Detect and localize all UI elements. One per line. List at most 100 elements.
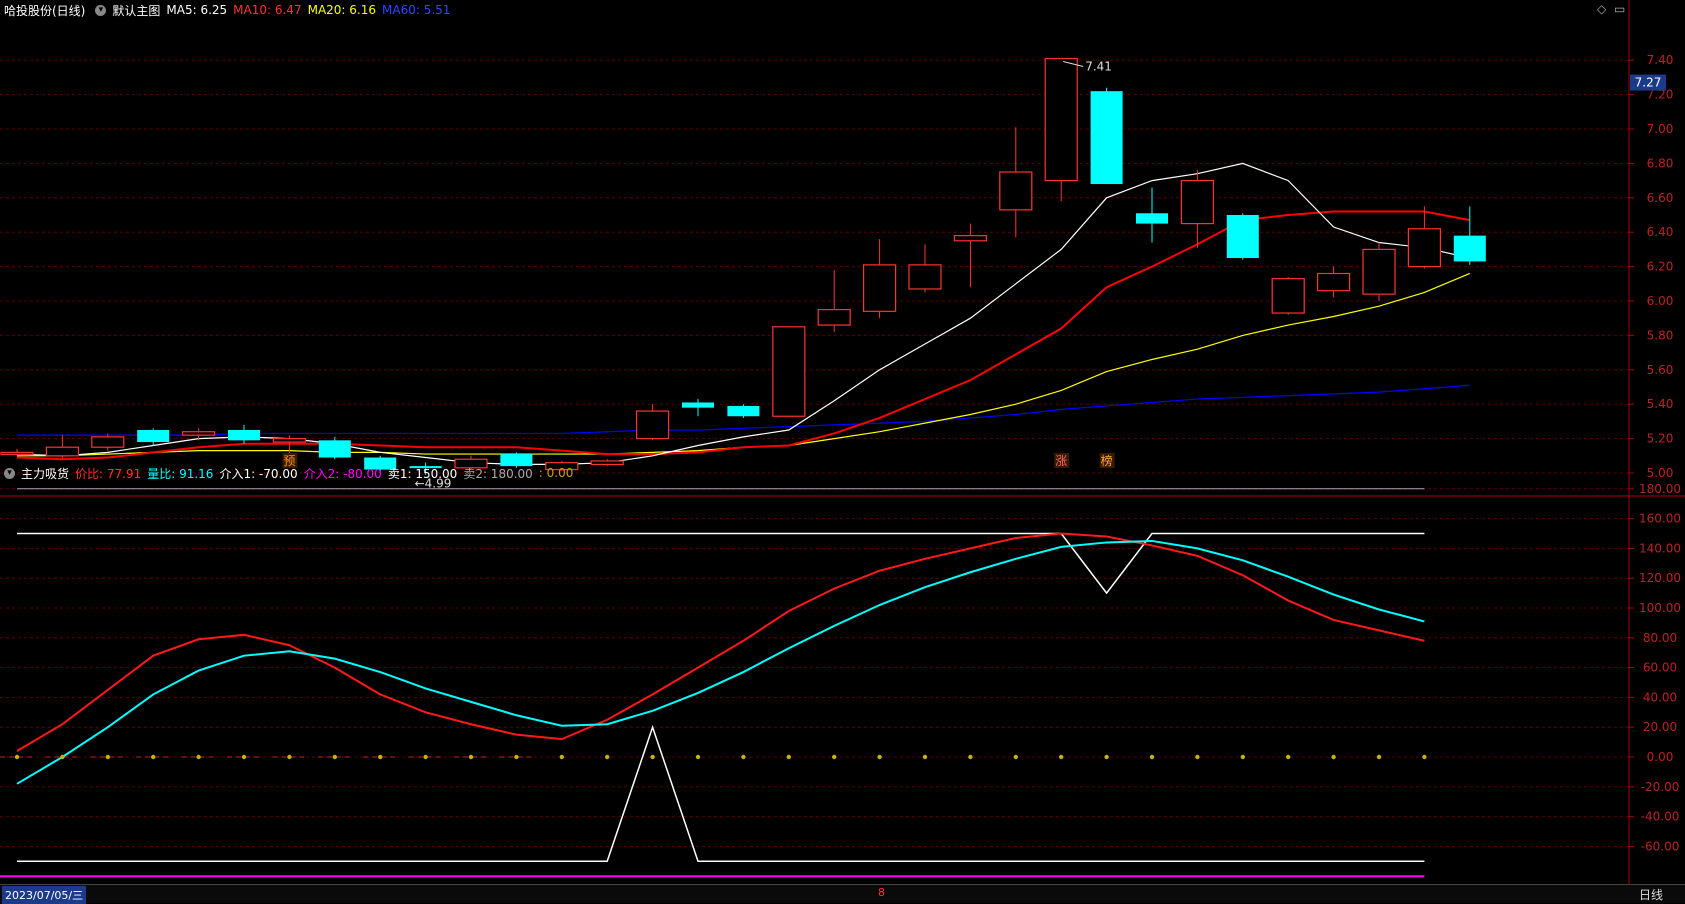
template-label[interactable]: 默认主图 bbox=[112, 2, 160, 19]
zero-dot bbox=[287, 754, 292, 760]
date-label: 2023/07/05/三 bbox=[2, 886, 87, 904]
extra-label: : 0.00 bbox=[538, 466, 574, 480]
main-chart-header: 哈投股份(日线) ▾ 默认主图 MA5: 6.25 MA10: 6.47 MA2… bbox=[0, 0, 456, 20]
candle-body bbox=[228, 430, 260, 441]
price-tick-label: 5.60 bbox=[1647, 363, 1674, 377]
zero-dot bbox=[559, 754, 564, 760]
candle-body bbox=[862, 264, 897, 312]
zero-dot bbox=[332, 754, 337, 760]
zero-dot bbox=[1376, 754, 1382, 760]
ma20-label: MA20: 6.16 bbox=[307, 3, 377, 17]
indicator-tick-label: 20.00 bbox=[1643, 720, 1677, 734]
template-dropdown-icon[interactable]: ▾ bbox=[95, 4, 107, 16]
indicator-dropdown-icon[interactable]: ▾ bbox=[4, 467, 15, 479]
jieru2-label: 介入2: -80.00 bbox=[303, 466, 382, 481]
indicator-tick-label: 100.00 bbox=[1639, 601, 1681, 615]
mai1-label: 卖1: 150.00 bbox=[387, 466, 458, 481]
zero-dot bbox=[151, 754, 156, 760]
candle-body bbox=[272, 438, 306, 443]
candle-body bbox=[1136, 213, 1168, 224]
restore-icon[interactable]: ▭ bbox=[1614, 2, 1625, 16]
zero-dot bbox=[1286, 754, 1291, 760]
indicator-tick-label: 120.00 bbox=[1639, 571, 1681, 585]
jiabi-line bbox=[16, 532, 1425, 752]
candle-body bbox=[45, 446, 80, 457]
ma5-line bbox=[16, 162, 1470, 465]
signal-label: 涨 bbox=[1055, 453, 1067, 468]
current-price-label: 7.27 bbox=[1635, 76, 1662, 90]
candle-body bbox=[727, 405, 760, 417]
price-tick-label: 7.40 bbox=[1647, 53, 1674, 67]
indicator-tick-label: 140.00 bbox=[1639, 541, 1681, 555]
candle-body bbox=[1180, 180, 1215, 225]
candle-body bbox=[1090, 91, 1123, 185]
stock-title[interactable]: 哈投股份(日线) bbox=[4, 2, 85, 19]
indicator-header: ▾ 主力吸货 价比: 77.91 量比: 91.16 介入1: -70.00 介… bbox=[0, 463, 579, 483]
zero-dot bbox=[1331, 754, 1336, 760]
zero-dot bbox=[14, 754, 20, 760]
liangbi-line bbox=[16, 539, 1425, 785]
zero-dot bbox=[1149, 754, 1155, 760]
chart-canvas[interactable]: 7.407.207.006.806.606.406.206.005.805.60… bbox=[0, 0, 1685, 884]
liangbi-label: 量比: 91.16 bbox=[147, 466, 214, 481]
candle-body bbox=[1362, 248, 1396, 295]
diamond-icon[interactable]: ◇ bbox=[1597, 2, 1606, 16]
indicator-title[interactable]: 主力吸货 bbox=[21, 465, 69, 482]
zero-dot bbox=[1240, 754, 1246, 760]
ma60-label: MA60: 5.51 bbox=[382, 3, 451, 17]
zero-dot bbox=[196, 754, 201, 760]
indicator-tick-label: 0.00 bbox=[1647, 750, 1674, 764]
candle-body bbox=[1316, 272, 1351, 292]
zero-dot bbox=[105, 754, 111, 760]
candle-body bbox=[1453, 235, 1486, 262]
candle-body bbox=[1044, 57, 1078, 182]
price-tick-label: 7.00 bbox=[1647, 122, 1674, 136]
zero-dot bbox=[877, 754, 882, 760]
zero-dot bbox=[60, 754, 65, 760]
zero-dot bbox=[1104, 754, 1109, 760]
zero-dot bbox=[241, 754, 247, 760]
zero-dot bbox=[741, 754, 746, 760]
price-tick-label: 6.40 bbox=[1647, 225, 1674, 239]
price-tick-label: 5.80 bbox=[1647, 328, 1674, 342]
candle-body bbox=[1407, 228, 1442, 268]
indicator-tick-label: 40.00 bbox=[1643, 690, 1677, 704]
zero-dot bbox=[378, 754, 383, 760]
zero-dot bbox=[832, 754, 837, 760]
price-tick-label: 5.40 bbox=[1647, 397, 1674, 411]
candle-body bbox=[590, 460, 624, 465]
indicator-tick-label: 160.00 bbox=[1639, 512, 1681, 526]
ma5-label: MA5: 6.25 bbox=[166, 3, 228, 17]
price-tick-label: 5.00 bbox=[1647, 466, 1674, 480]
bottom-marker: 8 bbox=[878, 886, 885, 899]
candle-body bbox=[908, 264, 942, 290]
zero-dot bbox=[1195, 754, 1200, 760]
zero-dot bbox=[968, 754, 973, 760]
indicator-tick-label: 60.00 bbox=[1643, 661, 1677, 675]
price-tick-label: 6.20 bbox=[1647, 260, 1674, 274]
price-tick-label: 6.00 bbox=[1647, 294, 1674, 308]
zero-dot bbox=[922, 754, 928, 760]
candle-body bbox=[91, 436, 125, 448]
jieru1-line bbox=[17, 724, 1425, 863]
zero-dot bbox=[695, 754, 701, 760]
zero-dot bbox=[1422, 754, 1427, 760]
candle-body bbox=[0, 451, 34, 455]
indicator-tick-label: 180.00 bbox=[1639, 482, 1681, 496]
zero-dot bbox=[1059, 754, 1064, 760]
candle-body bbox=[318, 440, 351, 458]
zero-dot bbox=[1013, 754, 1018, 760]
price-tick-label: 6.80 bbox=[1647, 156, 1674, 170]
candle-body bbox=[182, 431, 216, 436]
high-label: 7.41 bbox=[1085, 59, 1112, 73]
zero-dot bbox=[605, 754, 610, 760]
zero-dot bbox=[514, 754, 519, 760]
tab-daily[interactable]: 日线 bbox=[1639, 886, 1663, 903]
candle-body bbox=[817, 309, 851, 326]
candle-body bbox=[137, 430, 170, 443]
price-tick-label: 6.60 bbox=[1647, 191, 1674, 205]
indicator-tick-label: 80.00 bbox=[1643, 631, 1677, 645]
candle-body bbox=[999, 171, 1033, 211]
candle-body bbox=[1226, 215, 1259, 258]
indicator-tick-label: -60.00 bbox=[1641, 839, 1680, 853]
